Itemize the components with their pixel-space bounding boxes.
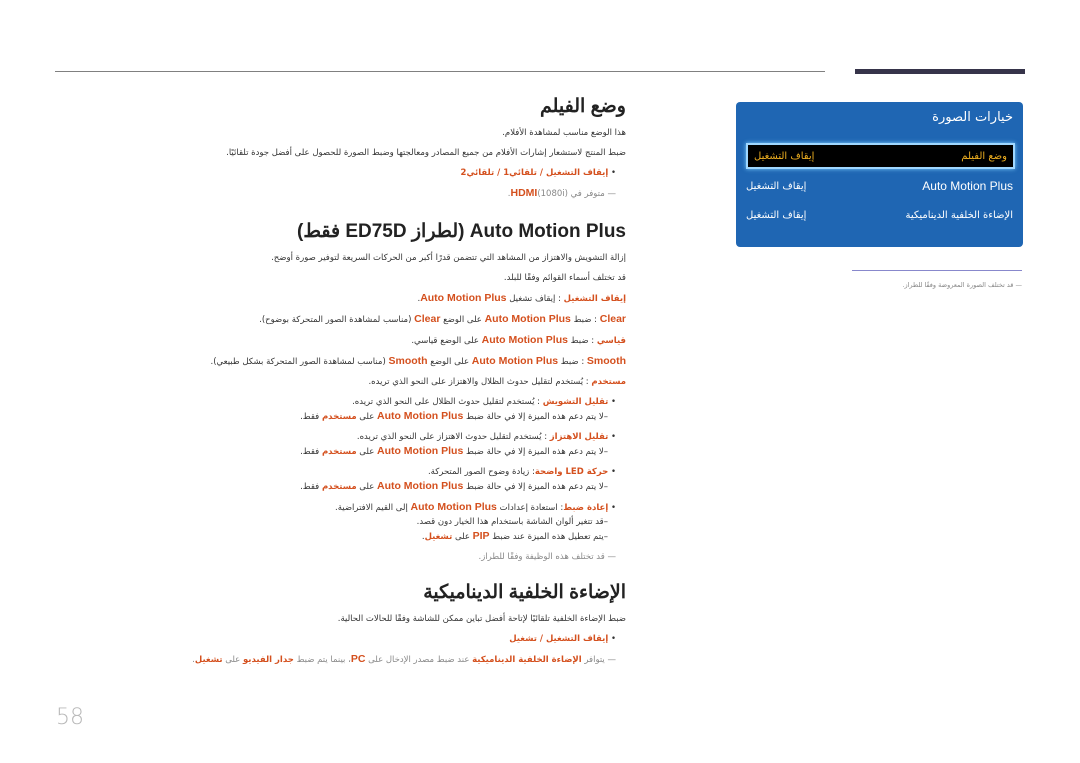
amp-desc1: إزالة التشويش والاهتزاز من المشاهد التي … <box>271 253 626 263</box>
film-mode-options: إيقاف التشغيل / تلقائي1 / تلقائي2 <box>160 167 626 179</box>
amp-off: إيقاف التشغيل : إيقاف تشغيل Auto Motion … <box>417 292 626 304</box>
amp-smooth: Smooth : ضبط Auto Motion Plus على الوضع … <box>210 355 626 367</box>
option-auto1: تلقائي1 <box>503 168 537 178</box>
amp-reset-note2: –يتم تعطيل هذه الميزة عند ضبط PIP على تش… <box>421 530 608 542</box>
panel-note: قد تختلف الصورة المعروضة وفقًا للطراز. <box>852 281 1022 289</box>
amp-blur-note: –لا يتم دعم هذه الميزة إلا في حالة ضبط A… <box>300 410 608 422</box>
amp-judder: تقليل الاهتزاز : يُستخدم لتقليل حدوث الا… <box>160 431 626 443</box>
amp-reset-note1: –قد تتغير ألوان الشاشة باستخدام هذا الخي… <box>416 517 608 527</box>
amp-judder-note: –لا يتم دعم هذه الميزة إلا في حالة ضبط A… <box>300 445 608 457</box>
panel-row-film-mode[interactable]: وضع الفيلم إيقاف التشغيل <box>746 143 1015 169</box>
page-number: 58 <box>56 705 84 730</box>
option-off: إيقاف التشغيل <box>545 168 609 178</box>
panel-row-dynamic-backlight[interactable]: الإضاءة الخلفية الديناميكية إيقاف التشغي… <box>746 204 1013 226</box>
amp-title: Auto Motion Plus (لطراز ED75D فقط) <box>297 221 626 242</box>
row-value: إيقاف التشغيل <box>754 150 815 162</box>
dyn-desc: ضبط الإضاءة الخلفية تلقائيًا لإتاحة أفضل… <box>337 614 626 624</box>
panel-title: خيارات الصورة <box>932 110 1013 125</box>
amp-blur: تقليل التشويش : يُستخدم لتقليل حدوث الظل… <box>160 396 626 408</box>
row-value: إيقاف التشغيل <box>746 209 807 221</box>
panel-divider <box>852 270 1022 271</box>
amp-final-note: قد تختلف هذه الوظيفة وفقًا للطراز. <box>160 551 626 563</box>
panel-row-auto-motion-plus[interactable]: Auto Motion Plus إيقاف التشغيل <box>746 175 1013 197</box>
row-label: الإضاءة الخلفية الديناميكية <box>905 209 1013 221</box>
row-value: إيقاف التشغيل <box>746 180 807 192</box>
main-content: وضع الفيلم هذا الوضع مناسب لمشاهدة الأفل… <box>160 95 626 674</box>
amp-led-note: –لا يتم دعم هذه الميزة إلا في حالة ضبط A… <box>300 480 608 492</box>
amp-reset: إعادة ضبط: استعادة إعدادات Auto Motion P… <box>160 501 626 514</box>
amp-led: حركة LED واضحة: زيادة وضوح الصور المتحرك… <box>160 466 626 478</box>
film-mode-desc2: ضبط المنتج لاستشعار إشارات الأفلام من جم… <box>226 148 626 158</box>
film-mode-desc1: هذا الوضع مناسب لمشاهدة الأفلام. <box>502 128 626 138</box>
dyn-title: الإضاءة الخلفية الديناميكية <box>423 582 626 603</box>
amp-custom: مستخدم : يُستخدم لتقليل حدوث الظلال والا… <box>368 377 626 387</box>
row-label: Auto Motion Plus <box>922 179 1013 193</box>
amp-desc2: قد تختلف أسماء القوائم وفقًا للبلد. <box>503 273 626 283</box>
header-bar <box>855 69 1025 74</box>
film-mode-note: متوفر في HDMI(1080i). <box>160 187 626 200</box>
header-rule <box>55 71 825 72</box>
dyn-note: يتوافر الإضاءة الخلفية الديناميكية عند ض… <box>160 653 626 666</box>
amp-clear: Clear : ضبط Auto Motion Plus على الوضع C… <box>259 313 626 325</box>
row-label: وضع الفيلم <box>961 150 1007 162</box>
dyn-options: إيقاف التشغيل / تشغيل <box>160 633 626 645</box>
amp-standard: قياسي : ضبط Auto Motion Plus على الوضع ق… <box>411 334 626 346</box>
option-auto2: تلقائي2 <box>460 168 495 178</box>
film-mode-title: وضع الفيلم <box>539 96 626 117</box>
picture-options-panel: خيارات الصورة وضع الفيلم إيقاف التشغيل A… <box>736 102 1023 247</box>
